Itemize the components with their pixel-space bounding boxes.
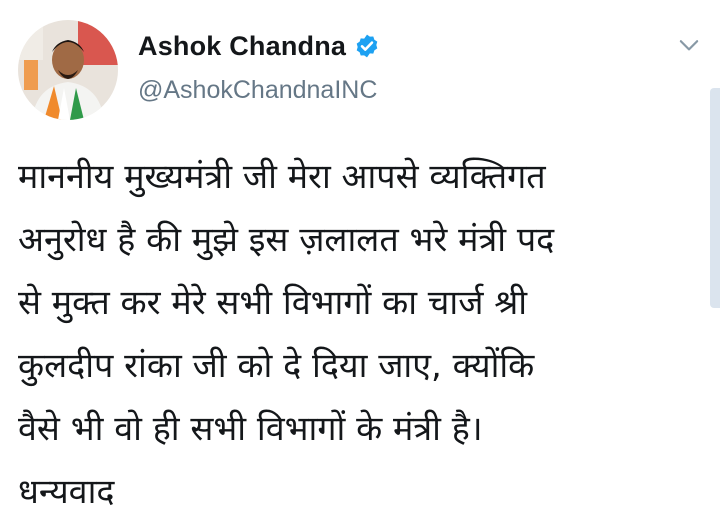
author-display-name[interactable]: Ashok Chandna [138, 31, 346, 62]
chevron-down-icon[interactable] [676, 32, 702, 58]
tweet-line: से मुक्त कर मेरे सभी विभागों का चार्ज श्… [18, 283, 528, 323]
author-handle[interactable]: @AshokChandnaINC [138, 76, 377, 105]
verified-badge-icon [356, 34, 378, 58]
avatar[interactable] [18, 20, 118, 120]
tweet-line: धन्यवाद [18, 472, 115, 512]
author-name-row[interactable]: Ashok Chandna [138, 28, 380, 64]
tweet-line: अनुरोध है की मुझे इस ज़लालत भरे मंत्री प… [18, 220, 555, 260]
tweet-line: वैसे भी वो ही सभी विभागों के मंत्री है। [18, 409, 483, 449]
tweet-card: Ashok Chandna @AshokChandnaINC माननीय मु… [0, 0, 720, 530]
tweet-text: माननीय मुख्यमंत्री जी मेरा आपसे व्यक्तिग… [18, 146, 704, 524]
tweet-line: माननीय मुख्यमंत्री जी मेरा आपसे व्यक्तिग… [18, 157, 546, 197]
tweet-line: कुलदीप रांका जी को दे दिया जाए, क्योंकि [18, 346, 535, 386]
scrollbar[interactable] [710, 88, 720, 308]
avatar-image [18, 20, 118, 120]
